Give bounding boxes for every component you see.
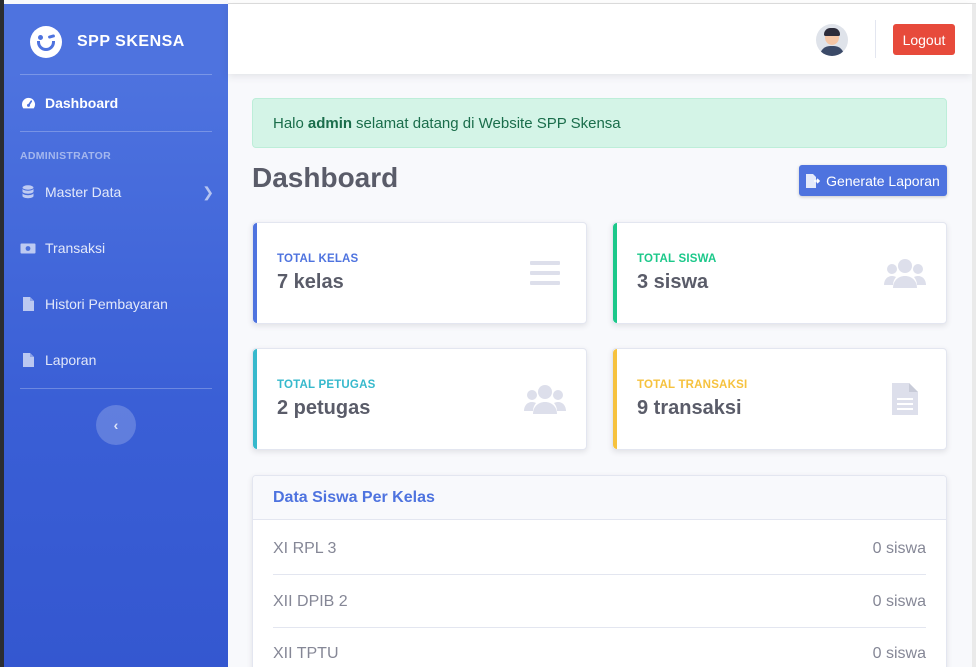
card-total-siswa: TOTAL SISWA 3 siswa xyxy=(612,222,947,324)
chevron-left-icon: ‹ xyxy=(113,417,119,433)
kelas-name: XI RPL 3 xyxy=(273,539,337,557)
sidebar-item-label: Transaksi xyxy=(45,240,106,256)
card-value: 7 kelas xyxy=(277,271,344,293)
money-bill-icon xyxy=(20,240,36,256)
sidebar-item-label: Master Data xyxy=(45,184,122,200)
sidebar-item-label: Dashboard xyxy=(45,95,119,111)
generate-report-button[interactable]: Generate Laporan xyxy=(799,165,947,196)
file-icon xyxy=(20,296,36,312)
chevron-right-icon: ❯ xyxy=(202,183,214,200)
card-accent xyxy=(253,349,257,449)
card-value: 9 transaksi xyxy=(637,397,742,419)
topbar: Logout xyxy=(228,4,972,74)
siswa-count: 0 siswa xyxy=(872,592,926,610)
data-siswa-panel: Data Siswa Per Kelas XI RPL 3 0 siswa XI… xyxy=(252,475,947,667)
list-item: XII DPIB 2 0 siswa xyxy=(273,576,926,628)
sidebar-divider xyxy=(20,131,212,132)
sidebar-divider xyxy=(20,388,212,389)
list-item: XI RPL 3 0 siswa xyxy=(273,523,926,575)
card-label: TOTAL SISWA xyxy=(637,253,717,265)
file-export-icon xyxy=(806,173,821,188)
sidebar-item-master-data[interactable]: Master Data ❯ xyxy=(20,180,216,204)
sidebar: SPP SKENSA Dashboard ADMINISTRATOR Maste… xyxy=(4,4,228,667)
siswa-count: 0 siswa xyxy=(872,644,926,662)
card-accent xyxy=(613,223,617,323)
users-icon xyxy=(524,381,566,417)
kelas-name: XII TPTU xyxy=(273,644,339,662)
list-item: XII TPTU 0 siswa xyxy=(273,628,926,667)
card-total-transaksi: TOTAL TRANSAKSI 9 transaksi xyxy=(612,348,947,450)
sidebar-divider xyxy=(20,74,212,75)
sidebar-toggle-button[interactable]: ‹ xyxy=(96,405,136,445)
card-total-petugas: TOTAL PETUGAS 2 petugas xyxy=(252,348,587,450)
generate-report-label: Generate Laporan xyxy=(826,172,940,189)
tachometer-icon xyxy=(20,95,36,111)
users-icon xyxy=(884,255,926,291)
card-label: TOTAL TRANSAKSI xyxy=(637,379,748,391)
sidebar-heading: ADMINISTRATOR xyxy=(20,150,112,162)
user-avatar-icon[interactable] xyxy=(816,24,848,56)
sidebar-item-label: Histori Pembayaran xyxy=(45,296,168,312)
sidebar-item-laporan[interactable]: Laporan xyxy=(20,348,216,372)
database-icon xyxy=(20,184,36,200)
logout-button[interactable]: Logout xyxy=(893,24,955,55)
brand-name: SPP SKENSA xyxy=(77,33,185,50)
bars-icon xyxy=(524,255,566,291)
card-label: TOTAL KELAS xyxy=(277,253,359,265)
page-title: Dashboard xyxy=(252,162,399,193)
scrollbar[interactable] xyxy=(972,4,976,667)
sidebar-item-label: Laporan xyxy=(45,352,97,368)
kelas-name: XII DPIB 2 xyxy=(273,592,348,610)
sidebar-item-dashboard[interactable]: Dashboard xyxy=(20,91,216,115)
topbar-divider xyxy=(875,20,876,58)
laughing-face-icon xyxy=(30,26,62,58)
siswa-count: 0 siswa xyxy=(872,539,926,557)
card-accent xyxy=(253,223,257,323)
card-value: 3 siswa xyxy=(637,271,709,293)
file-icon xyxy=(20,352,36,368)
card-accent xyxy=(613,349,617,449)
alert-prefix: Halo xyxy=(273,114,304,132)
card-total-kelas: TOTAL KELAS 7 kelas xyxy=(252,222,587,324)
card-value: 2 petugas xyxy=(277,397,371,419)
panel-title: Data Siswa Per Kelas xyxy=(253,476,946,520)
brand[interactable]: SPP SKENSA xyxy=(30,22,185,62)
file-alt-icon xyxy=(884,381,926,417)
alert-username: admin xyxy=(307,114,353,132)
sidebar-item-transaksi[interactable]: Transaksi xyxy=(20,236,216,260)
card-label: TOTAL PETUGAS xyxy=(277,379,376,391)
sidebar-item-histori-pembayaran[interactable]: Histori Pembayaran xyxy=(20,292,216,316)
alert-message: selamat datang di Website SPP Skensa xyxy=(356,114,621,132)
welcome-alert: Halo admin selamat datang di Website SPP… xyxy=(252,98,947,148)
